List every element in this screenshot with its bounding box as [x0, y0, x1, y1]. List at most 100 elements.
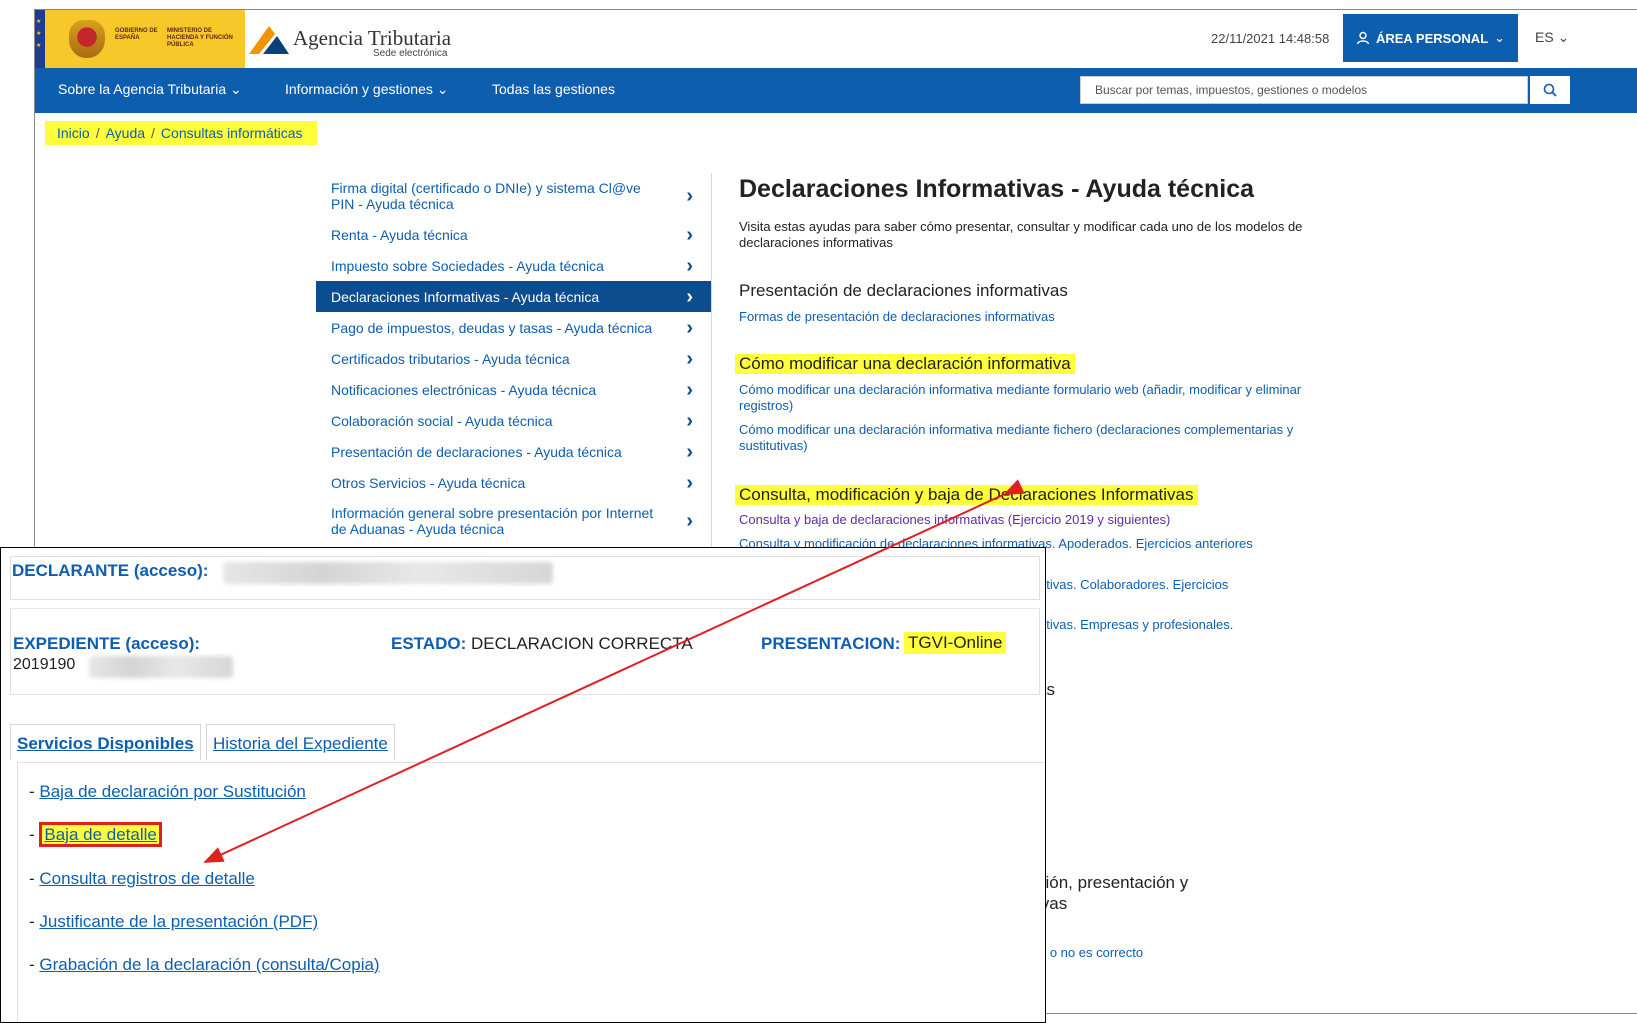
sidebar-menu: Firma digital (certificado o DNIe) y sis…	[316, 173, 711, 544]
sidebar-item-certificados[interactable]: Certificados tributarios - Ayuda técnica…	[316, 343, 711, 374]
sidebar-item-label: Firma digital (certificado o DNIe) y sis…	[331, 180, 641, 212]
intro-text: Visita estas ayudas para saber cómo pres…	[739, 219, 1303, 250]
sidebar-item-aduanas[interactable]: Información general sobre presentación p…	[316, 498, 711, 544]
sidebar-item-sociedades[interactable]: Impuesto sobre Sociedades - Ayuda técnic…	[316, 250, 711, 281]
breadcrumb-consultas-informaticas[interactable]: Consultas informáticas	[161, 125, 303, 141]
chevron-right-icon: ›	[686, 316, 693, 339]
nav-item-label: Sobre la Agencia Tributaria	[58, 81, 227, 97]
language-selector[interactable]: ES ⌄	[1535, 29, 1569, 46]
estado-label: ESTADO:	[391, 634, 467, 653]
chevron-right-icon: ›	[686, 409, 693, 432]
link-justificante-pdf[interactable]: Justificante de la presentación (PDF)	[39, 912, 318, 931]
link-consulta-registros-detalle[interactable]: Consulta registros de detalle	[39, 869, 254, 888]
list-item: - Baja de detalle	[29, 822, 162, 847]
breadcrumb-separator: /	[151, 125, 155, 141]
list-item: - Baja de declaración por Sustitución	[29, 782, 306, 801]
chevron-down-icon: ⌄	[436, 81, 449, 97]
chevron-down-icon: ⌄	[1494, 30, 1506, 45]
chevron-right-icon: ›	[686, 440, 693, 463]
link-fragment-colaboradores[interactable]: ativas. Colaboradores. Ejercicios	[1039, 577, 1228, 592]
link-grabacion-declaracion[interactable]: Grabación de la declaración (consulta/Co…	[39, 955, 379, 974]
agencia-tributaria-logo-icon[interactable]	[247, 24, 291, 56]
screenshot-stage: GOBIERNO DE ESPAÑA MINISTERIO DE HACIEND…	[0, 0, 1637, 1023]
link-baja-sustitucion[interactable]: Baja de declaración por Sustitución	[39, 782, 306, 801]
expediente-label: EXPEDIENTE (acceso):	[13, 634, 201, 653]
chevron-right-icon: ›	[686, 510, 693, 532]
search-button[interactable]	[1530, 76, 1570, 104]
top-header: GOBIERNO DE ESPAÑA MINISTERIO DE HACIEND…	[35, 10, 1637, 68]
breadcrumb-separator: /	[95, 125, 100, 141]
government-logo[interactable]: GOBIERNO DE ESPAÑA MINISTERIO DE HACIEND…	[35, 10, 245, 68]
link-modificar-formulario-web[interactable]: Cómo modificar una declaración informati…	[739, 382, 1319, 414]
page-title: Declaraciones Informativas - Ayuda técni…	[739, 175, 1255, 203]
chevron-right-icon: ›	[686, 347, 693, 370]
language-label: ES	[1535, 29, 1554, 45]
column-divider	[711, 173, 712, 553]
gov-logo-text: GOBIERNO DE ESPAÑA	[115, 28, 158, 41]
link-fragment-no-correcto[interactable]: o o no es correcto	[1039, 945, 1143, 960]
sidebar-item-colaboracion-social[interactable]: Colaboración social - Ayuda técnica ›	[316, 405, 711, 436]
list-item: - Grabación de la declaración (consulta/…	[29, 955, 380, 974]
breadcrumb: Inicio / Ayuda / Consultas informáticas	[45, 121, 317, 145]
sidebar-item-label: Otros Servicios - Ayuda técnica	[331, 474, 526, 491]
link-fragment-empresas[interactable]: ativas. Empresas y profesionales.	[1039, 617, 1233, 632]
redacted-declarante-name	[223, 562, 553, 584]
expediente-panel: DECLARANTE (acceso): EXPEDIENTE (acceso)…	[0, 547, 1046, 1023]
coat-of-arms-icon	[69, 20, 105, 58]
sidebar-item-firma-digital[interactable]: Firma digital (certificado o DNIe) y sis…	[316, 173, 711, 219]
chevron-right-icon: ›	[686, 254, 693, 277]
breadcrumb-ayuda[interactable]: Ayuda	[106, 125, 145, 141]
sidebar-item-label: Declaraciones Informativas - Ayuda técni…	[331, 288, 600, 305]
section-title-presentacion: Presentación de declaraciones informativ…	[739, 281, 1068, 300]
chevron-right-icon: ›	[686, 223, 693, 246]
section-title-consulta-modificacion-baja: Consulta, modificación y baja de Declara…	[735, 485, 1198, 505]
redacted-expediente-number	[89, 656, 233, 678]
search-icon	[1543, 83, 1557, 97]
user-icon	[1356, 31, 1370, 45]
ministry-logo-text: MINISTERIO DE HACIENDA Y FUNCIÓN PÚBLICA	[167, 28, 233, 48]
sidebar-item-presentacion[interactable]: Presentación de declaraciones - Ayuda té…	[316, 436, 711, 467]
area-personal-label: ÁREA PERSONAL	[1375, 30, 1489, 46]
nav-item-todas-gestiones[interactable]: Todas las gestiones	[492, 81, 615, 97]
eu-flag-icon	[35, 10, 45, 68]
link-formas-presentacion[interactable]: Formas de presentación de declaraciones …	[739, 309, 1319, 325]
chevron-right-icon: ›	[686, 471, 693, 494]
tab-servicios-disponibles[interactable]: Servicios Disponibles	[10, 724, 201, 760]
declarante-label: DECLARANTE (acceso):	[12, 561, 209, 580]
link-modificar-fichero[interactable]: Cómo modificar una declaración informati…	[739, 422, 1319, 454]
sidebar-item-label: Certificados tributarios - Ayuda técnica	[331, 350, 570, 367]
nav-item-label: Información y gestiones	[285, 81, 433, 97]
nav-item-sobre-agencia[interactable]: Sobre la Agencia Tributaria ⌄	[58, 81, 242, 98]
sidebar-item-pago-impuestos[interactable]: Pago de impuestos, deudas y tasas - Ayud…	[316, 312, 711, 343]
sidebar-item-label: Pago de impuestos, deudas y tasas - Ayud…	[331, 319, 653, 336]
presentacion-value: TGVI-Online	[904, 632, 1007, 654]
section-title-como-modificar: Cómo modificar una declaración informati…	[735, 354, 1075, 374]
sidebar-item-renta[interactable]: Renta - Ayuda técnica ›	[316, 219, 711, 250]
agency-subtitle: Sede electrónica	[373, 48, 448, 59]
sidebar-item-label: Renta - Ayuda técnica	[331, 226, 468, 243]
sidebar-item-notificaciones[interactable]: Notificaciones electrónicas - Ayuda técn…	[316, 374, 711, 405]
presentacion-label: PRESENTACION:	[761, 634, 901, 653]
sidebar-item-label: Impuesto sobre Sociedades - Ayuda técnic…	[331, 257, 604, 274]
search-input[interactable]	[1081, 77, 1527, 103]
list-item: - Consulta registros de detalle	[29, 869, 255, 888]
sidebar-item-label: Notificaciones electrónicas - Ayuda técn…	[331, 381, 597, 398]
sidebar-item-otros-servicios[interactable]: Otros Servicios - Ayuda técnica ›	[316, 467, 711, 498]
nav-item-informacion-gestiones[interactable]: Información y gestiones ⌄	[285, 81, 448, 98]
search-field-wrapper	[1080, 76, 1528, 104]
link-consulta-baja-2019[interactable]: Consulta y baja de declaraciones informa…	[739, 512, 1319, 528]
expediente-value: 2019190	[13, 656, 76, 673]
chevron-down-icon: ⌄	[1557, 29, 1570, 45]
list-item: - Justificante de la presentación (PDF)	[29, 912, 319, 931]
link-baja-detalle[interactable]: Baja de detalle	[39, 822, 162, 847]
sidebar-item-declaraciones-informativas[interactable]: Declaraciones Informativas - Ayuda técni…	[316, 281, 711, 312]
chevron-right-icon: ›	[686, 185, 693, 207]
breadcrumb-inicio[interactable]: Inicio	[57, 125, 90, 141]
area-personal-button[interactable]: ÁREA PERSONAL ⌄	[1343, 14, 1518, 62]
sidebar-item-label: Presentación de declaraciones - Ayuda té…	[331, 443, 622, 460]
tab-historia-expediente[interactable]: Historia del Expediente	[206, 724, 395, 760]
estado-value: DECLARACION CORRECTA	[471, 634, 693, 653]
chevron-down-icon: ⌄	[230, 81, 242, 97]
current-datetime: 22/11/2021 14:48:58	[1211, 31, 1330, 46]
sidebar-item-label: Información general sobre presentación p…	[331, 505, 654, 537]
